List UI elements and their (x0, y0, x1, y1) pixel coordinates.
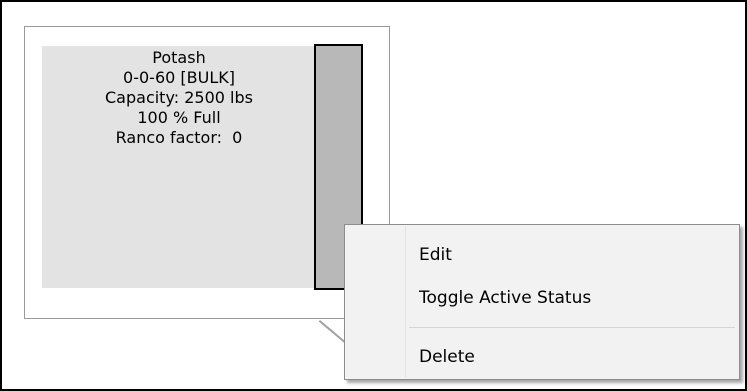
bin-ranco-factor: Ranco factor: 0 (115, 128, 243, 147)
context-menu: Edit Toggle Active Status Delete (344, 224, 740, 380)
menu-separator (409, 327, 735, 328)
bin-product-analysis: 0-0-60 [BULK] (123, 68, 235, 87)
bin-view-window: Potash 0-0-60 [BULK] Capacity: 2500 lbs … (2, 2, 745, 389)
bin-product-name: Potash (152, 48, 206, 67)
bin-info-panel: Potash 0-0-60 [BULK] Capacity: 2500 lbs … (42, 46, 316, 288)
menu-item-edit[interactable]: Edit (347, 237, 737, 273)
bin-capacity: Capacity: 2500 lbs (105, 88, 253, 107)
menu-item-toggle-active-status[interactable]: Toggle Active Status (347, 280, 737, 316)
menu-item-delete[interactable]: Delete (347, 339, 737, 375)
bin-fill-percent: 100 % Full (137, 108, 221, 127)
